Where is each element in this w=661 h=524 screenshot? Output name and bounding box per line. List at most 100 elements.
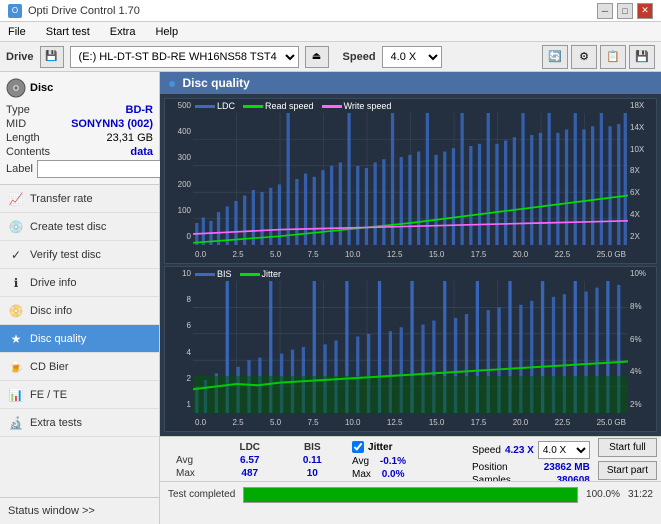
chart-header: ● Disc quality: [160, 72, 661, 94]
avg-label: Avg: [168, 454, 215, 467]
status-window-button[interactable]: Status window >>: [0, 498, 159, 524]
max-label: Max: [168, 467, 215, 480]
nav-disc-info-label: Disc info: [30, 305, 72, 317]
refresh-button[interactable]: 🔄: [542, 45, 568, 69]
top-chart-y-right: 18X14X10X8X6X4X2X: [628, 99, 656, 243]
save-button[interactable]: 💾: [629, 45, 655, 69]
jitter-checkbox[interactable]: [352, 441, 364, 453]
eject-button[interactable]: ⏏: [305, 46, 329, 68]
type-value: BD-R: [126, 104, 154, 116]
menu-file[interactable]: File: [4, 24, 30, 40]
speed-stat-select[interactable]: 4.0 X: [538, 441, 590, 459]
legend-read-speed: Read speed: [265, 101, 314, 111]
nav-transfer-rate[interactable]: 📈 Transfer rate: [0, 185, 159, 213]
avg-ldc: 6.57: [215, 454, 285, 467]
top-chart-inner: [193, 113, 628, 245]
length-key: Length: [6, 132, 40, 144]
nav-extra-tests-label: Extra tests: [30, 417, 82, 429]
speed-label: Speed: [343, 51, 376, 63]
verify-disc-icon: ✓: [8, 247, 24, 263]
speed-stat-val: 4.23 X: [505, 445, 534, 456]
stats-row1: LDC BIS Avg 6.57 0.11 Max: [160, 437, 661, 481]
transfer-rate-icon: 📈: [8, 191, 24, 207]
nav-create-test-disc[interactable]: 💿 Create test disc: [0, 213, 159, 241]
mid-key: MID: [6, 118, 26, 130]
legend-write-speed: Write speed: [344, 101, 392, 111]
col-ldc-header: LDC: [215, 441, 285, 454]
start-full-button[interactable]: Start full: [598, 438, 657, 457]
bottom-chart-y-left: 1086421: [165, 267, 193, 411]
nav-cd-bier-label: CD Bier: [30, 361, 69, 373]
start-part-button[interactable]: Start part: [598, 461, 657, 480]
nav-items: 📈 Transfer rate 💿 Create test disc ✓ Ver…: [0, 185, 159, 497]
sidebar-bottom: Status window >>: [0, 497, 159, 524]
position-stat-label: Position: [472, 462, 508, 473]
window-controls: ─ □ ✕: [597, 3, 653, 19]
menu-extra[interactable]: Extra: [106, 24, 140, 40]
nav-drive-info[interactable]: ℹ Drive info: [0, 269, 159, 297]
close-button[interactable]: ✕: [637, 3, 653, 19]
label-input[interactable]: [37, 160, 175, 178]
bottom-legend: BIS Jitter: [195, 269, 281, 279]
nav-fe-te[interactable]: 📊 FE / TE: [0, 381, 159, 409]
max-bis: 10: [285, 467, 340, 480]
maximize-button[interactable]: □: [617, 3, 633, 19]
length-value: 23,31 GB: [107, 132, 153, 144]
nav-verify-disc-label: Verify test disc: [30, 249, 101, 261]
toolbar-icons: 🔄 ⚙ 📋 💾: [542, 45, 655, 69]
nav-cd-bier[interactable]: 🍺 CD Bier: [0, 353, 159, 381]
bottom-chart-x: 0.02.55.07.510.012.515.017.520.022.525.0…: [193, 413, 628, 431]
extra-tests-icon: 🔬: [8, 415, 24, 431]
bottom-chart: BIS Jitter 1086421 10%8%6%4%2% 0.02.55.0…: [164, 266, 657, 432]
drive-icon-btn[interactable]: 💾: [40, 46, 64, 68]
contents-value: data: [130, 146, 153, 158]
disc-panel: Disc Type BD-R MID SONYNN3 (002) Length …: [0, 72, 159, 185]
jitter-avg-val: -0.1%: [380, 456, 406, 467]
speed-selector[interactable]: 4.0 X: [382, 46, 442, 68]
drive-label: Drive: [6, 51, 34, 63]
disc-quality-icon: ★: [8, 331, 24, 347]
progress-bar-fill: [244, 488, 577, 502]
jitter-max-label: Max: [352, 469, 371, 480]
nav-disc-quality-label: Disc quality: [30, 333, 86, 345]
nav-disc-info[interactable]: 📀 Disc info: [0, 297, 159, 325]
stats-panel: LDC BIS Avg 6.57 0.11 Max: [160, 436, 661, 524]
progress-area: Test completed 100.0% 31:22: [160, 481, 661, 507]
progress-bar-container: [243, 487, 578, 503]
main-content: Disc Type BD-R MID SONYNN3 (002) Length …: [0, 72, 661, 524]
menu-help[interactable]: Help: [151, 24, 182, 40]
nav-transfer-rate-label: Transfer rate: [30, 193, 93, 205]
ldc-bis-table: LDC BIS Avg 6.57 0.11 Max: [160, 437, 348, 481]
top-chart-x: 0.02.55.07.510.012.515.017.520.022.525.0…: [193, 245, 628, 263]
cd-bier-icon: 🍺: [8, 359, 24, 375]
fe-te-icon: 📊: [8, 387, 24, 403]
nav-fe-te-label: FE / TE: [30, 389, 67, 401]
max-ldc: 487: [215, 467, 285, 480]
menu-start-test[interactable]: Start test: [42, 24, 94, 40]
jitter-max-val: 0.0%: [382, 469, 405, 480]
col-bis-header: BIS: [285, 441, 340, 454]
legend-ldc: LDC: [217, 101, 235, 111]
bottom-chart-inner: [193, 281, 628, 413]
sidebar: Disc Type BD-R MID SONYNN3 (002) Length …: [0, 72, 160, 524]
title-bar: O Opti Drive Control 1.70 ─ □ ✕: [0, 0, 661, 22]
top-chart-y-left: 5004003002001000: [165, 99, 193, 243]
nav-disc-quality[interactable]: ★ Disc quality: [0, 325, 159, 353]
chart-title: Disc quality: [182, 76, 249, 90]
type-key: Type: [6, 104, 30, 116]
drive-selector[interactable]: (E:) HL-DT-ST BD-RE WH16NS58 TST4: [70, 46, 299, 68]
nav-create-disc-label: Create test disc: [30, 221, 106, 233]
create-disc-icon: 💿: [8, 219, 24, 235]
settings-button[interactable]: ⚙: [571, 45, 597, 69]
top-chart: LDC Read speed Write speed 5004003002001…: [164, 98, 657, 264]
jitter-label: Jitter: [368, 442, 392, 453]
status-text: Test completed: [168, 489, 235, 500]
speed-stat-label: Speed: [472, 445, 501, 456]
action-buttons: Start full Start part: [594, 437, 661, 481]
nav-verify-test-disc[interactable]: ✓ Verify test disc: [0, 241, 159, 269]
nav-extra-tests[interactable]: 🔬 Extra tests: [0, 409, 159, 437]
copy-button[interactable]: 📋: [600, 45, 626, 69]
minimize-button[interactable]: ─: [597, 3, 613, 19]
label-key: Label: [6, 163, 33, 175]
charts-container: LDC Read speed Write speed 5004003002001…: [160, 94, 661, 436]
